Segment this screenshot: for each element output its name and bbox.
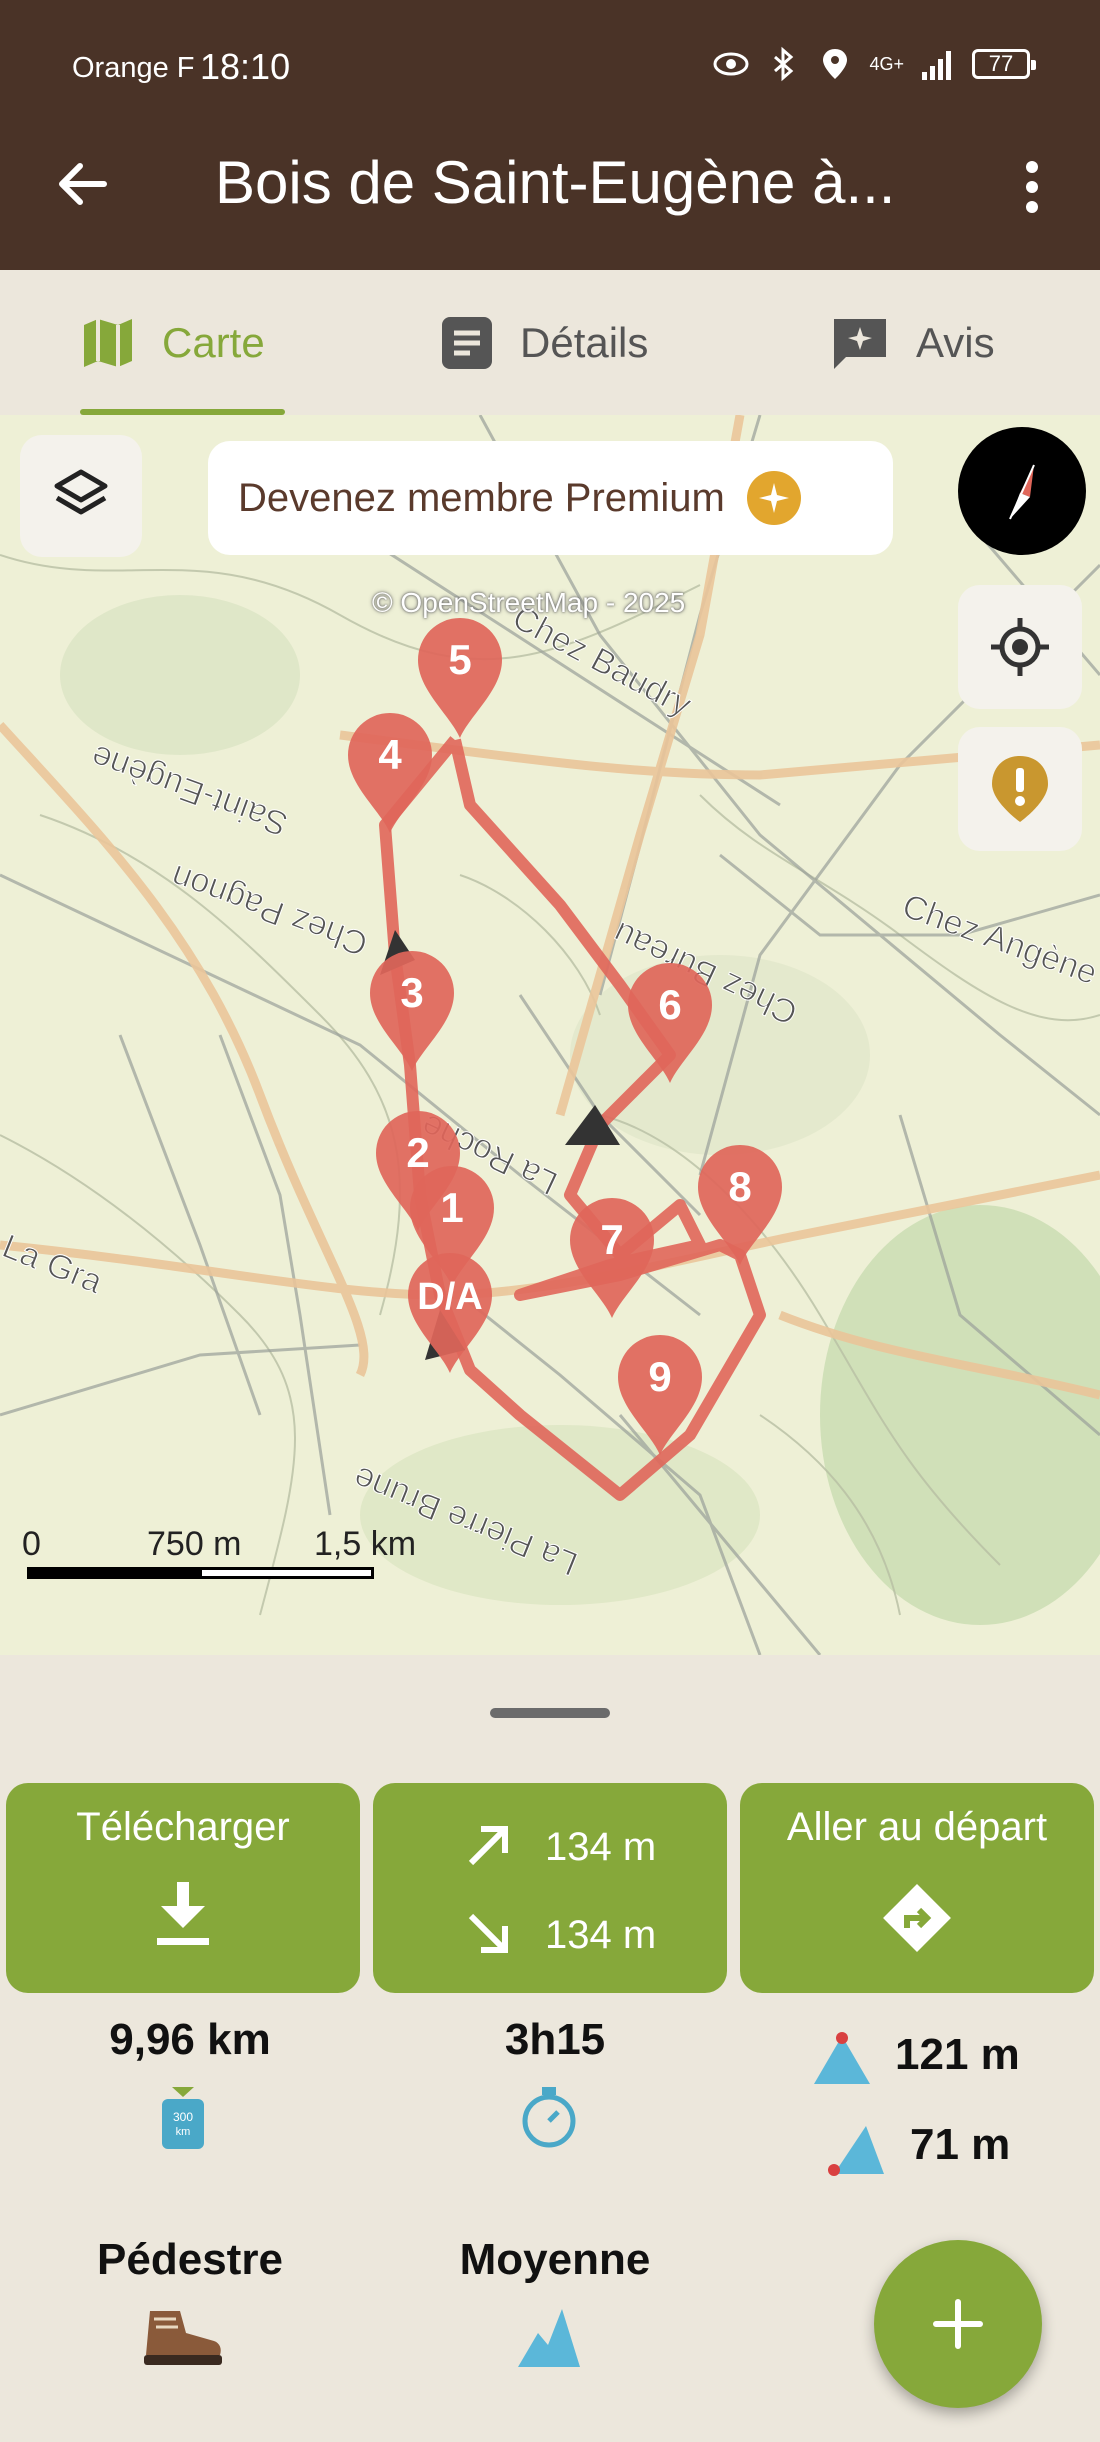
- scale-label: 0: [22, 1525, 41, 1563]
- ascent-value: 134 m: [545, 1825, 657, 1869]
- status-bar: Orange F 18:10 4G+ 77: [0, 40, 1100, 100]
- waypoint-label: 5: [448, 636, 471, 683]
- directions-icon: [883, 1884, 951, 1952]
- distance-marker-icon: 300 km: [162, 2087, 204, 2149]
- premium-label: Devenez membre Premium: [238, 475, 725, 520]
- map-icon: [84, 318, 132, 367]
- go-to-start-label: Aller au départ: [786, 1805, 1048, 1849]
- altitude-max-value: 121 m: [895, 2030, 1020, 2079]
- status-icons: 4G+ 77: [713, 46, 1036, 82]
- tab-label: Carte: [162, 318, 265, 366]
- tab-carte[interactable]: Carte: [80, 270, 285, 415]
- layers-button[interactable]: [20, 435, 142, 557]
- distance-value: 9,96 km: [109, 2015, 271, 2064]
- difficulty-mountain-icon: [518, 2309, 580, 2367]
- tab-label: Avis: [916, 318, 995, 366]
- premium-star-icon: [746, 471, 801, 525]
- waypoint-marker[interactable]: 3: [370, 951, 454, 1071]
- waypoint-marker[interactable]: 7: [570, 1198, 654, 1318]
- battery-indicator: 77: [972, 49, 1036, 79]
- back-arrow-icon[interactable]: [50, 152, 114, 216]
- compass-button[interactable]: [958, 427, 1086, 555]
- crosshair-icon: [991, 618, 1049, 676]
- svg-text:300: 300: [173, 2110, 193, 2124]
- waypoint-label: 8: [728, 1163, 751, 1210]
- ascent-arrow-icon: [468, 1826, 508, 1866]
- tab-label: Détails: [520, 318, 649, 366]
- activity-value: Pédestre: [97, 2235, 283, 2284]
- place-label: Chez Pagnon: [166, 857, 373, 963]
- altitude-max-icon: [814, 2032, 870, 2084]
- place-label: La Gra: [0, 1227, 108, 1301]
- waypoint-label: 9: [648, 1353, 671, 1400]
- eye-icon: [713, 52, 749, 76]
- bottom-sheet: Télécharger 134 m 134 m Aller au départ …: [0, 1655, 1100, 2442]
- waypoint-marker[interactable]: 4: [348, 713, 432, 833]
- waypoint-label: 1: [440, 1184, 463, 1231]
- download-button[interactable]: Télécharger: [6, 1783, 360, 1993]
- hiking-boot-icon: [144, 2311, 222, 2365]
- tab-bar: Carte Détails Avis: [0, 270, 1100, 415]
- elevation-button[interactable]: 134 m 134 m: [373, 1783, 727, 1993]
- plus-icon: [933, 2299, 983, 2349]
- waypoint-label: 7: [600, 1216, 623, 1263]
- scale-label: 750 m: [147, 1525, 242, 1563]
- go-to-start-button[interactable]: Aller au départ: [740, 1783, 1094, 1993]
- network-type: 4G+: [869, 54, 904, 74]
- descent-arrow-icon: [468, 1913, 508, 1953]
- descent-value: 134 m: [545, 1913, 657, 1957]
- more-vert-icon[interactable]: [1002, 155, 1062, 219]
- page-title: Bois de Saint-Eugène à...: [215, 149, 896, 216]
- alert-pin-icon: [992, 756, 1048, 822]
- report-button[interactable]: [958, 727, 1082, 851]
- stopwatch-icon: [522, 2087, 576, 2148]
- tab-details[interactable]: Détails: [440, 270, 680, 415]
- waypoint-marker[interactable]: 5: [418, 618, 502, 738]
- location-icon: [823, 49, 848, 79]
- signal-icon: [922, 51, 951, 80]
- bluetooth-icon: [774, 46, 794, 82]
- premium-banner[interactable]: Devenez membre Premium: [208, 441, 893, 555]
- waypoint-label: 3: [400, 969, 423, 1016]
- review-icon: [834, 318, 886, 369]
- document-icon: [442, 316, 492, 369]
- top-bar: Orange F 18:10 4G+ 77 Bois de Saint-Eugè…: [0, 0, 1100, 270]
- download-label: Télécharger: [76, 1805, 290, 1849]
- altitude-min-icon: [828, 2126, 884, 2176]
- altitude-min-value: 71 m: [910, 2120, 1011, 2169]
- carrier-label: Orange F: [72, 52, 195, 84]
- waypoint-label: 2: [406, 1129, 429, 1176]
- download-icon: [157, 1882, 209, 1945]
- trail-map[interactable]: Chez Baudry Saint-Eugène Chez Pagnon Che…: [0, 415, 1100, 1655]
- duration-value: 3h15: [504, 2015, 606, 2064]
- sheet-handle[interactable]: [490, 1708, 610, 1718]
- difficulty-value: Moyenne: [459, 2235, 651, 2284]
- waypoint-label: 6: [658, 981, 681, 1028]
- map-attribution: © OpenStreetMap - 2025: [372, 587, 686, 618]
- waypoint-label: 4: [378, 731, 402, 778]
- waypoint-marker[interactable]: D/A: [408, 1253, 492, 1373]
- svg-text:km: km: [176, 2126, 191, 2138]
- waypoint-label: D/A: [417, 1276, 482, 1318]
- locate-button[interactable]: [958, 585, 1082, 709]
- compass-icon: [1009, 464, 1035, 520]
- app-bar: Bois de Saint-Eugène à...: [0, 130, 1100, 240]
- scale-label: 1,5 km: [314, 1525, 417, 1563]
- tab-avis[interactable]: Avis: [830, 270, 1030, 415]
- layers-icon: [54, 469, 108, 515]
- add-button[interactable]: [874, 2240, 1042, 2408]
- clock: 18:10: [200, 46, 291, 87]
- action-buttons: Télécharger 134 m 134 m Aller au départ: [6, 1783, 1094, 1993]
